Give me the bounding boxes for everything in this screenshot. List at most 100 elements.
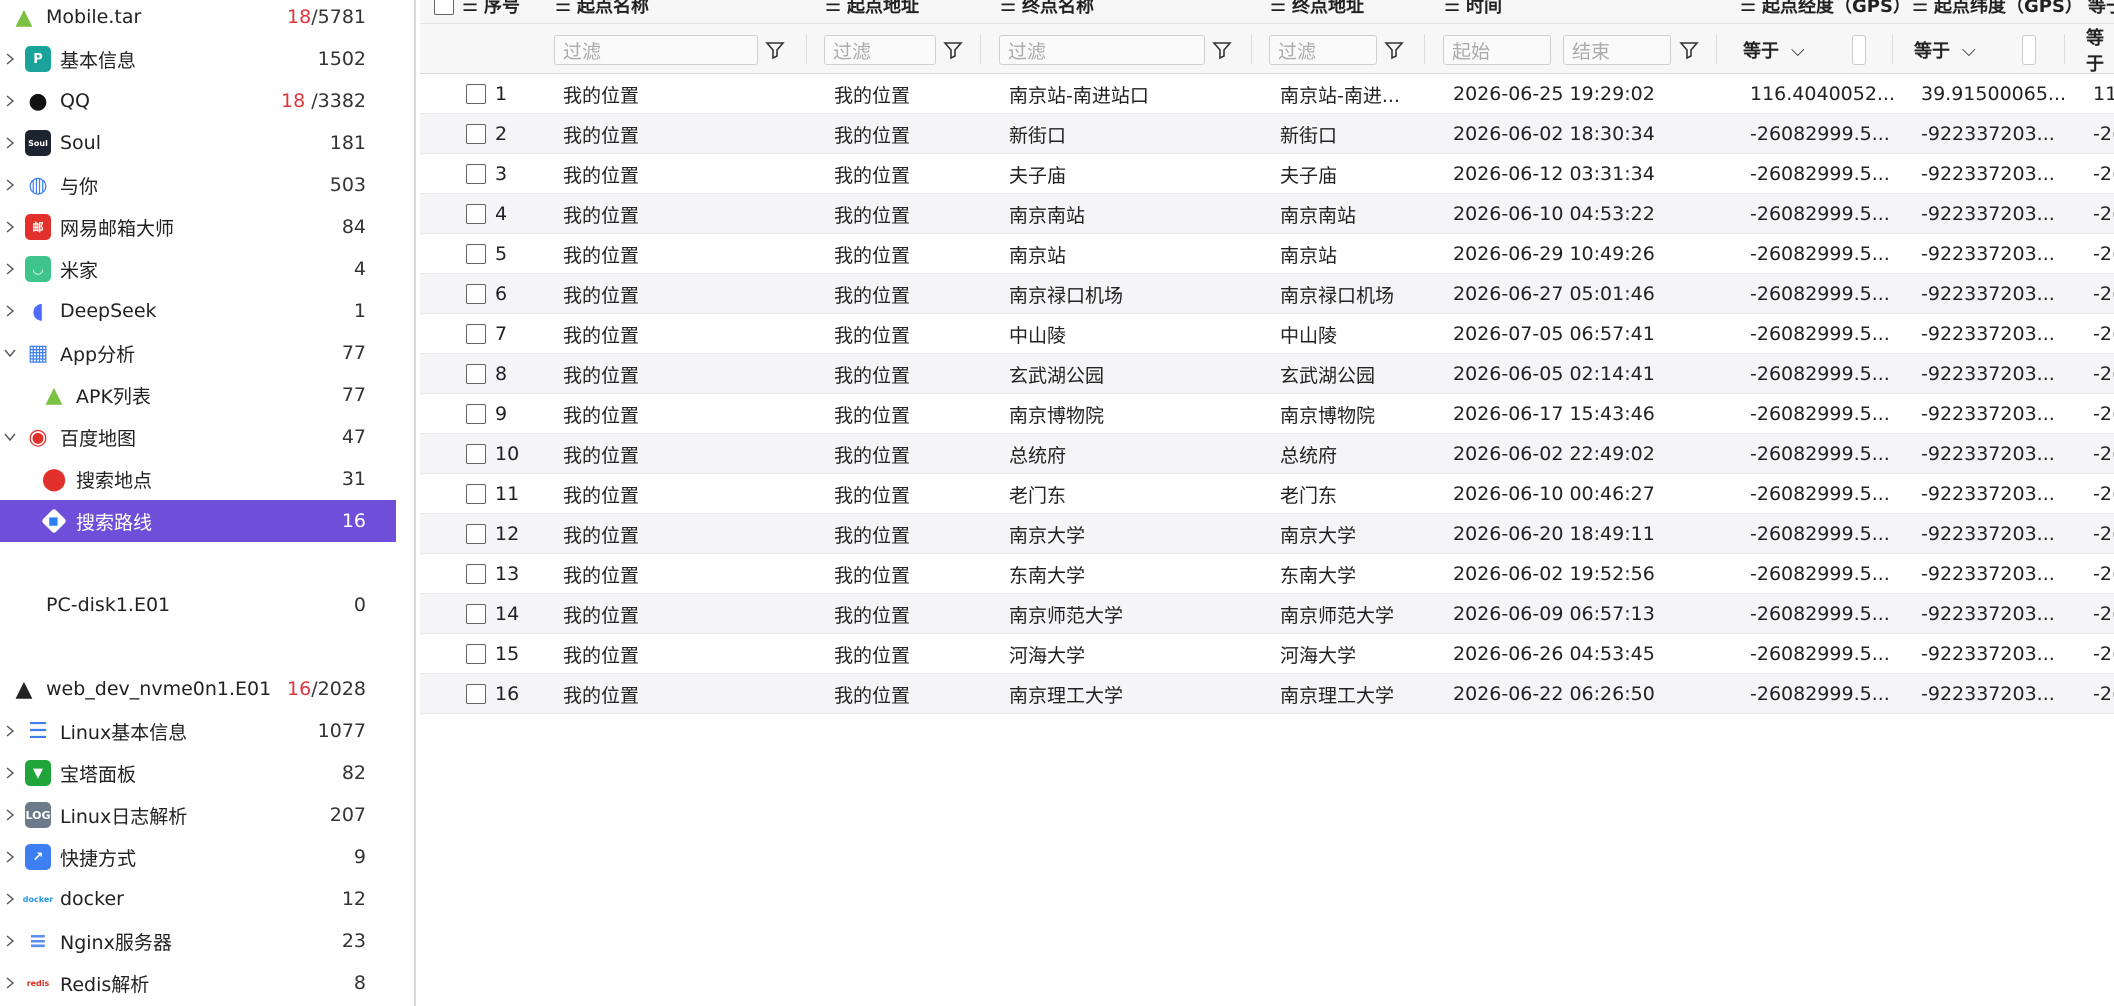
- select-all-checkbox[interactable]: [434, 0, 454, 15]
- row-checkbox[interactable]: [466, 484, 486, 504]
- sidebar-item[interactable]: ⬤ 搜索地点 31: [0, 458, 396, 500]
- chevron-down-icon[interactable]: [4, 347, 16, 359]
- sidebar-item[interactable]: ▲ Mobile.tar 18/5781: [0, 0, 396, 38]
- sidebar-item[interactable]: redis Redis解析 8: [0, 962, 396, 1004]
- row-checkbox[interactable]: [466, 564, 486, 584]
- col-header-start-lat[interactable]: ☰ 起点纬度（GPS）: [1912, 0, 2083, 24]
- table-row[interactable]: 2 我的位置 我的位置 新街口 新街口 2026-06-02 18:30:34 -26082…: [420, 114, 2114, 154]
- table-row[interactable]: 14 我的位置 我的位置 南京师范大学 南京师范大学 2026-06-09 06:57:1…: [420, 594, 2114, 634]
- row-checkbox[interactable]: [466, 524, 486, 544]
- sidebar-item[interactable]: ◡ 米家 4: [0, 248, 396, 290]
- sidebar-item[interactable]: ▲ APK列表 77: [0, 374, 396, 416]
- table-row[interactable]: 9 我的位置 我的位置 南京博物院 南京博物院 2026-06-17 15:43:46 -2…: [420, 394, 2114, 434]
- table-row[interactable]: 6 我的位置 我的位置 南京禄口机场 南京禄口机场 2026-06-27 05:01:46…: [420, 274, 2114, 314]
- chevron-right-icon[interactable]: [4, 263, 16, 275]
- table-row[interactable]: 11 我的位置 我的位置 老门东 老门东 2026-06-10 00:46:27 -2608…: [420, 474, 2114, 514]
- filter-start-name-input[interactable]: 过滤: [554, 35, 758, 65]
- table-row[interactable]: 8 我的位置 我的位置 玄武湖公园 玄武湖公园 2026-06-05 02:14:41 -2…: [420, 354, 2114, 394]
- col-header-start-addr[interactable]: ☰ 起点地址: [825, 0, 919, 24]
- row-checkbox[interactable]: [466, 404, 486, 424]
- sidebar-item[interactable]: ◖ DeepSeek 1: [0, 290, 396, 332]
- chevron-right-icon[interactable]: [4, 137, 16, 149]
- row-checkbox[interactable]: [466, 644, 486, 664]
- filter-lat-operator-select[interactable]: 等于 ⌵: [1914, 35, 1976, 65]
- filter-lat-value-input[interactable]: [2022, 35, 2036, 65]
- sidebar-item[interactable]: Soul Soul 181: [0, 122, 396, 164]
- filter-start-addr-input[interactable]: 过滤: [824, 35, 936, 65]
- table-row[interactable]: 3 我的位置 我的位置 夫子庙 夫子庙 2026-06-12 03:31:34 -26082…: [420, 154, 2114, 194]
- sidebar-item[interactable]: ▦ App分析 77: [0, 332, 396, 374]
- sidebar-item[interactable]: docker docker 12: [0, 878, 396, 920]
- filter-end-lng-operator-select[interactable]: 等于: [2086, 28, 2114, 75]
- chevron-right-icon[interactable]: [4, 851, 16, 863]
- sidebar-item[interactable]: ◆ 搜索路线 16: [0, 500, 396, 542]
- col-header-end-addr[interactable]: ☰ 终点地址: [1270, 0, 1364, 24]
- table-row[interactable]: 10 我的位置 我的位置 总统府 总统府 2026-06-02 22:49:02 -2608…: [420, 434, 2114, 474]
- row-checkbox[interactable]: [466, 164, 486, 184]
- filter-icon[interactable]: [1381, 37, 1407, 63]
- chevron-right-icon[interactable]: [4, 935, 16, 947]
- col-header-seq[interactable]: ☰ 序号: [462, 0, 520, 24]
- chevron-right-icon[interactable]: [4, 305, 16, 317]
- row-checkbox[interactable]: [466, 244, 486, 264]
- row-checkbox[interactable]: [466, 364, 486, 384]
- chevron-right-icon[interactable]: [4, 767, 16, 779]
- cell-seq: 8: [495, 363, 508, 385]
- filter-lng-operator-select[interactable]: 等于 ⌵: [1743, 35, 1805, 65]
- col-header-start-lng[interactable]: ☰ 起点经度（GPS）: [1740, 0, 1911, 24]
- col-header-start-name[interactable]: ☰ 起点名称: [555, 0, 649, 24]
- filter-icon[interactable]: [940, 37, 966, 63]
- filter-end-name-input[interactable]: 过滤: [999, 35, 1205, 65]
- sidebar-item[interactable]: PC-disk1.E01 0: [0, 584, 396, 626]
- filter-icon[interactable]: [1676, 37, 1702, 63]
- sidebar-item[interactable]: 邮网易邮箱大师 84: [0, 206, 396, 248]
- sidebar-item[interactable]: ☰ Linux基本信息 1077: [0, 710, 396, 752]
- chevron-right-icon[interactable]: [4, 179, 16, 191]
- table-row[interactable]: 5 我的位置 我的位置 南京站 南京站 2026-06-29 10:49:26 -26082…: [420, 234, 2114, 274]
- table-row[interactable]: 16 我的位置 我的位置 南京理工大学 南京理工大学 2026-06-22 06:26:5…: [420, 674, 2114, 714]
- col-header-end-name[interactable]: ☰ 终点名称: [1000, 0, 1094, 24]
- table-row[interactable]: 1 我的位置 我的位置 南京站-南进站口 南京站-南进... 2026-06-25 19:…: [420, 74, 2114, 114]
- pane-divider[interactable]: [414, 0, 416, 1006]
- row-checkbox[interactable]: [466, 684, 486, 704]
- chevron-down-icon[interactable]: [4, 431, 16, 443]
- select-all-checkbox-cell[interactable]: [434, 0, 454, 24]
- sidebar-item[interactable]: ▼ 宝塔面板 82: [0, 752, 396, 794]
- col-header-end-lng[interactable]: 等于: [2088, 0, 2114, 24]
- sidebar-item[interactable]: ● QQ 18 /3382: [0, 80, 396, 122]
- row-checkbox[interactable]: [466, 284, 486, 304]
- table-row[interactable]: 15 我的位置 我的位置 河海大学 河海大学 2026-06-26 04:53:45 -26…: [420, 634, 2114, 674]
- table-row[interactable]: 7 我的位置 我的位置 中山陵 中山陵 2026-07-05 06:57:41 -26082…: [420, 314, 2114, 354]
- chevron-right-icon[interactable]: [4, 95, 16, 107]
- chevron-right-icon[interactable]: [4, 221, 16, 233]
- row-checkbox[interactable]: [466, 204, 486, 224]
- sidebar-item[interactable]: ◍ 与你 503: [0, 164, 396, 206]
- filter-end-addr-input[interactable]: 过滤: [1269, 35, 1377, 65]
- filter-time-start-input[interactable]: 起始: [1443, 35, 1551, 65]
- sidebar-item[interactable]: LOG Linux日志解析 207: [0, 794, 396, 836]
- chevron-right-icon[interactable]: [4, 977, 16, 989]
- sidebar-item-label: Linux日志解析: [60, 805, 188, 828]
- chevron-right-icon[interactable]: [4, 53, 16, 65]
- row-checkbox[interactable]: [466, 444, 486, 464]
- row-checkbox[interactable]: [466, 324, 486, 344]
- sidebar-item[interactable]: P 基本信息 1502: [0, 38, 396, 80]
- col-header-time[interactable]: ☰ 时间: [1444, 0, 1502, 24]
- filter-time-end-input[interactable]: 结束: [1563, 35, 1671, 65]
- filter-lng-value-input[interactable]: [1852, 35, 1866, 65]
- table-row[interactable]: 12 我的位置 我的位置 南京大学 南京大学 2026-06-20 18:49:11 -26…: [420, 514, 2114, 554]
- sidebar-item[interactable]: ↗ 快捷方式 9: [0, 836, 396, 878]
- table-row[interactable]: 13 我的位置 我的位置 东南大学 东南大学 2026-06-02 19:52:56 -26…: [420, 554, 2114, 594]
- filter-icon[interactable]: [1209, 37, 1235, 63]
- row-checkbox[interactable]: [466, 84, 486, 104]
- chevron-right-icon[interactable]: [4, 725, 16, 737]
- chevron-right-icon[interactable]: [4, 893, 16, 905]
- table-row[interactable]: 4 我的位置 我的位置 南京南站 南京南站 2026-06-10 04:53:22 -260…: [420, 194, 2114, 234]
- filter-icon[interactable]: [762, 37, 788, 63]
- sidebar-item[interactable]: ≡ Nginx服务器 23: [0, 920, 396, 962]
- sidebar-item[interactable]: ▲ web_dev_nvme0n1.E01 16/2028: [0, 668, 396, 710]
- row-checkbox[interactable]: [466, 604, 486, 624]
- chevron-right-icon[interactable]: [4, 809, 16, 821]
- sidebar-item[interactable]: ◉ 百度地图 47: [0, 416, 396, 458]
- row-checkbox[interactable]: [466, 124, 486, 144]
